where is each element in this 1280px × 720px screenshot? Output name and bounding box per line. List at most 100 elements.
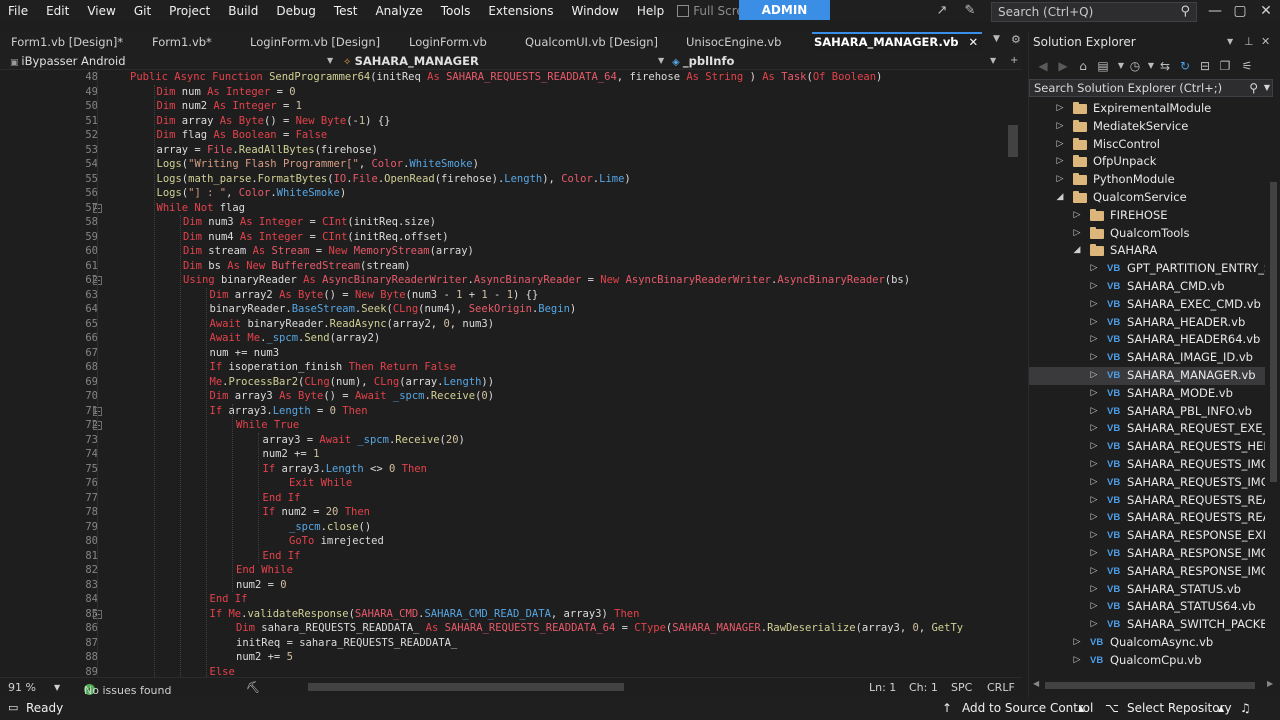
tree-item[interactable]: ▷ VB SAHARA_REQUEST_EXE_CI	[1029, 420, 1265, 438]
tab-qualcomui-vb-design[interactable]: QualcomUI.vb [Design]	[525, 32, 658, 52]
editor-vertical-scrollbar[interactable]	[1005, 70, 1022, 677]
menu-window[interactable]: Window	[563, 0, 628, 22]
tree-item[interactable]: ▷ MiscControl	[1029, 136, 1265, 154]
scrollbar-thumb[interactable]	[1270, 182, 1277, 482]
class-dropdown[interactable]: ✧ SAHARA_MANAGER	[343, 52, 479, 70]
collapsed-arrow-icon[interactable]: ▷	[1072, 652, 1082, 670]
collapse-all-icon[interactable]: ⊟	[1197, 58, 1213, 74]
tree-item[interactable]: ▷ VB SAHARA_PBL_INFO.vb	[1029, 403, 1265, 421]
expanded-arrow-icon[interactable]: ◢	[1072, 242, 1082, 260]
minimize-icon[interactable]: —	[1207, 3, 1223, 19]
tree-item[interactable]: ◢ SAHARA	[1029, 242, 1265, 260]
forward-icon[interactable]: ▶	[1055, 58, 1071, 74]
settings-icon[interactable]: ⚙	[1011, 33, 1021, 46]
menu-analyze[interactable]: Analyze	[366, 0, 431, 22]
menu-view[interactable]: View	[78, 0, 124, 22]
tab-unisocengine-vb[interactable]: UnisocEngine.vb	[686, 32, 781, 52]
collapsed-arrow-icon[interactable]: ▷	[1055, 136, 1065, 154]
tree-item[interactable]: ▷ VB SAHARA_REQUESTS_IMG_	[1029, 474, 1265, 492]
add-source-control-button[interactable]: Add to Source Control	[962, 701, 1093, 715]
tree-item[interactable]: ▷ VB SAHARA_EXEC_CMD.vb	[1029, 296, 1265, 314]
properties-icon[interactable]: ⚟	[1239, 58, 1255, 74]
tree-item[interactable]: ▷ VB SAHARA_HEADER64.vb	[1029, 331, 1265, 349]
home-icon[interactable]: ⌂	[1075, 58, 1091, 74]
select-repository-button[interactable]: Select Repository	[1127, 701, 1232, 715]
tree-item[interactable]: ▷ VB SAHARA_REQUESTS_READ	[1029, 509, 1265, 527]
scrollbar-thumb[interactable]	[1045, 682, 1255, 689]
collapsed-arrow-icon[interactable]: ▷	[1089, 545, 1099, 563]
tab-loginform-vb[interactable]: LoginForm.vb	[409, 32, 487, 52]
menu-tools[interactable]: Tools	[432, 0, 480, 22]
collapsed-arrow-icon[interactable]: ▷	[1089, 527, 1099, 545]
project-dropdown[interactable]: ▣ iBypasser Android	[10, 52, 126, 70]
tree-item[interactable]: ▷ VB SAHARA_RESPONSE_IMGI	[1029, 545, 1265, 563]
search-input[interactable]: Search (Ctrl+Q) ⚲	[991, 2, 1197, 22]
member-dropdown[interactable]: ◈ _pblInfo	[672, 52, 734, 70]
scroll-left-icon[interactable]: ◀	[1033, 679, 1039, 688]
tree-item[interactable]: ◢ QualcomService	[1029, 189, 1265, 207]
close-icon[interactable]: ✕	[1258, 3, 1274, 19]
chevron-up-icon[interactable]: ▲	[1078, 704, 1084, 713]
solution-search-input[interactable]: Search Solution Explorer (Ctrl+;) ⚲ ▼	[1029, 79, 1273, 97]
tab-form1-vb[interactable]: Form1.vb*	[152, 32, 212, 52]
chevron-down-icon[interactable]: ▼	[658, 52, 664, 70]
back-icon[interactable]: ◀	[1035, 58, 1051, 74]
menu-file[interactable]: File	[0, 0, 37, 22]
tree-item[interactable]: ▷ VB SAHARA_HEADER.vb	[1029, 314, 1265, 332]
tree-item[interactable]: ▷ VB SAHARA_RESPONSE_EXEC	[1029, 527, 1265, 545]
menu-edit[interactable]: Edit	[37, 0, 78, 22]
spacing-indicator[interactable]: SPC	[951, 681, 972, 694]
tab-sahara-manager-vb[interactable]: SAHARA_MANAGER.vb ✕	[812, 32, 983, 52]
pin-icon[interactable]: ⊥	[1244, 32, 1254, 52]
tree-item[interactable]: ▷ VB QualcomAsync.vb	[1029, 634, 1265, 652]
tree-item[interactable]: ▷ VB SAHARA_REQUESTS_IMG_	[1029, 456, 1265, 474]
collapsed-arrow-icon[interactable]: ▷	[1089, 438, 1099, 456]
chevron-down-icon[interactable]: ▼	[990, 52, 996, 70]
tab-loginform-vb-design[interactable]: LoginForm.vb [Design]	[250, 32, 380, 52]
collapsed-arrow-icon[interactable]: ▷	[1089, 314, 1099, 332]
tree-item[interactable]: ▷ VB GPT_PARTITION_ENTRY_SA	[1029, 260, 1265, 278]
tab-form1-vb-design[interactable]: Form1.vb [Design]*	[11, 32, 123, 52]
show-all-files-icon[interactable]: ❐	[1217, 58, 1233, 74]
collapsed-arrow-icon[interactable]: ▷	[1072, 207, 1082, 225]
chevron-down-icon[interactable]: ▼	[327, 52, 333, 70]
refresh-icon[interactable]: ↻	[1177, 58, 1193, 74]
tab-overflow-icon[interactable]: ▼	[993, 34, 1000, 44]
feedback-icon[interactable]: ✎	[961, 3, 979, 19]
collapsed-arrow-icon[interactable]: ▷	[1089, 563, 1099, 581]
notifications-icon[interactable]: ♫	[1240, 701, 1251, 715]
collapsed-arrow-icon[interactable]: ▷	[1072, 634, 1082, 652]
code-editor[interactable]: 48 Public Async Function SendProgrammer64…	[0, 70, 1005, 677]
chevron-down-icon[interactable]: ▼	[1227, 32, 1233, 52]
collapsed-arrow-icon[interactable]: ▷	[1072, 225, 1082, 243]
split-icon[interactable]: +	[1010, 52, 1018, 70]
tree-item[interactable]: ▷ VB SAHARA_SWITCH_PACKET	[1029, 616, 1265, 634]
tree-item[interactable]: ▷ VB SAHARA_REQUESTS_READ	[1029, 492, 1265, 510]
line-ending-indicator[interactable]: CRLF	[987, 681, 1015, 694]
tree-item[interactable]: ▷ VB SAHARA_STATUS.vb	[1029, 581, 1265, 599]
tree-item[interactable]: ▷ OfpUnpack	[1029, 153, 1265, 171]
menu-debug[interactable]: Debug	[267, 0, 324, 22]
zoom-chevron-icon[interactable]: ▼	[54, 683, 60, 692]
tree-item[interactable]: ▷ VB QualcomCpu.vb	[1029, 652, 1265, 670]
tree-item[interactable]: ▷ PythonModule	[1029, 171, 1265, 189]
collapsed-arrow-icon[interactable]: ▷	[1089, 296, 1099, 314]
sync-icon[interactable]: ⇆	[1157, 58, 1173, 74]
collapsed-arrow-icon[interactable]: ▷	[1089, 492, 1099, 510]
brush-icon[interactable]: ⛏	[246, 681, 260, 694]
tree-item[interactable]: ▷ VB SAHARA_MANAGER.vb	[1029, 367, 1265, 385]
scrollbar-thumb[interactable]	[1008, 125, 1018, 157]
tree-item[interactable]: ▷ VB SAHARA_REQUESTS_HELL	[1029, 438, 1265, 456]
switch-views-icon[interactable]: ▤	[1095, 58, 1111, 74]
menu-test[interactable]: Test	[325, 0, 367, 22]
tree-item[interactable]: ▷ MediatekService	[1029, 118, 1265, 136]
tree-item[interactable]: ▷ QualcomTools	[1029, 225, 1265, 243]
scrollbar-thumb[interactable]	[308, 683, 624, 691]
collapsed-arrow-icon[interactable]: ▷	[1089, 474, 1099, 492]
menu-project[interactable]: Project	[160, 0, 219, 22]
collapsed-arrow-icon[interactable]: ▷	[1089, 616, 1099, 634]
maximize-icon[interactable]: ▢	[1232, 3, 1248, 19]
collapsed-arrow-icon[interactable]: ▷	[1089, 598, 1099, 616]
menu-build[interactable]: Build	[219, 0, 267, 22]
collapsed-arrow-icon[interactable]: ▷	[1055, 171, 1065, 189]
